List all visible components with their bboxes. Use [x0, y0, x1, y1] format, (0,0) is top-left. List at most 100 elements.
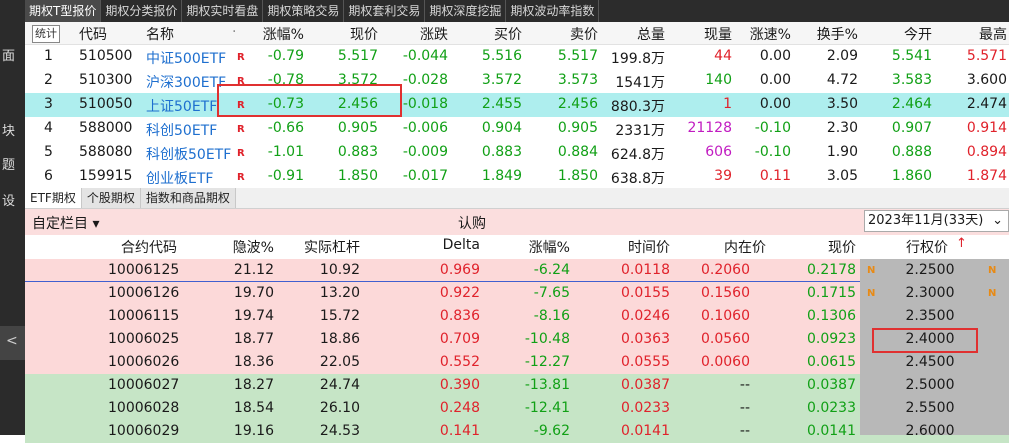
opt-price: 0.0615: [807, 354, 856, 370]
row-ask: 2.456: [557, 96, 598, 112]
row-turnover: 2.30: [826, 120, 858, 136]
col-high[interactable]: 最高: [945, 24, 1007, 44]
col-cur[interactable]: 现量: [672, 24, 732, 44]
quote-row[interactable]: 1 510500 中证500ETF R -0.79 5.517 -0.044 5…: [25, 45, 1009, 69]
tab-deep-mining[interactable]: 期权深度挖掘: [425, 0, 507, 22]
col-delta[interactable]: Delta: [410, 237, 480, 253]
expiry-select[interactable]: 2023年11月(33天) ⌄: [864, 210, 1009, 232]
row-turnover: 2.09: [826, 48, 858, 64]
opt-intrinsic: --: [739, 400, 750, 416]
quote-row[interactable]: 5 588080 科创板50ETF R -1.01 0.883 -0.009 0…: [25, 141, 1009, 165]
opt-price: 0.0387: [807, 377, 856, 393]
row-name[interactable]: 沪深300ETF: [146, 72, 226, 92]
opt-intrinsic: --: [739, 377, 750, 393]
tab-arbitrage[interactable]: 期权套利交易: [344, 0, 426, 22]
sidebar-item-2[interactable]: 块: [2, 120, 15, 139]
opt-intrinsic: --: [739, 423, 750, 439]
col-implied-vol[interactable]: 隐波%: [214, 237, 274, 257]
sidebar-item-1[interactable]: 面: [2, 45, 15, 64]
col-vol[interactable]: 总量: [605, 24, 665, 44]
col-opt-price[interactable]: 现价: [786, 237, 856, 257]
tab-t-quote[interactable]: 期权T型报价: [25, 0, 102, 22]
tab-index-commodity-options[interactable]: 指数和商品期权: [140, 188, 236, 208]
sidebar-collapse-button[interactable]: <: [0, 326, 25, 360]
opt-delta: 0.552: [439, 354, 480, 370]
col-open[interactable]: 今开: [872, 24, 932, 44]
tab-realtime[interactable]: 期权实时看盘: [182, 0, 264, 22]
custom-columns-dropdown[interactable]: 自定栏目 ▾: [32, 213, 99, 233]
tab-category-quote[interactable]: 期权分类报价: [101, 0, 183, 22]
col-chg[interactable]: 涨跌: [388, 24, 448, 44]
opt-chg: -10.48: [524, 331, 570, 347]
row-name[interactable]: 科创50ETF: [146, 120, 217, 140]
opt-chg: -8.16: [533, 308, 570, 324]
row-name[interactable]: 创业板ETF: [146, 168, 213, 188]
quote-row[interactable]: 4 588000 科创50ETF R -0.66 0.905 -0.006 0.…: [25, 117, 1009, 141]
opt-delta: 0.141: [439, 423, 480, 439]
quote-row-selected[interactable]: 3 510050 上证50ETF R -0.73 2.456 -0.018 2.…: [25, 93, 1009, 117]
left-sidebar: 面 块 题 设 <: [0, 0, 25, 435]
row-name[interactable]: 科创板50ETF: [146, 144, 231, 164]
sidebar-item-4[interactable]: 设: [2, 190, 15, 209]
row-name[interactable]: 中证500ETF: [146, 48, 226, 68]
tab-strategy[interactable]: 期权策略交易: [263, 0, 345, 22]
col-speed[interactable]: 涨速%: [731, 24, 791, 44]
highlight-box-510050: [217, 84, 402, 117]
col-bid[interactable]: 买价: [462, 24, 522, 44]
opt-iv: 19.16: [233, 423, 274, 439]
opt-chg: -9.62: [533, 423, 570, 439]
tab-stock-options[interactable]: 个股期权: [81, 188, 141, 208]
row-code: 510050: [79, 96, 133, 112]
col-turnover[interactable]: 换手%: [798, 24, 858, 44]
col-contract-code[interactable]: 合约代码: [121, 237, 177, 257]
opt-price: 0.1715: [807, 285, 856, 301]
opt-intrinsic: 0.1560: [701, 285, 750, 301]
col-name[interactable]: 名称: [146, 24, 174, 44]
col-chg-pct[interactable]: 涨幅%: [240, 24, 304, 44]
opt-leverage: 22.05: [319, 354, 360, 370]
row-speed: 0.00: [759, 48, 791, 64]
opt-intrinsic: 0.0560: [701, 331, 750, 347]
tab-etf-options[interactable]: ETF期权: [25, 188, 82, 208]
col-price[interactable]: 现价: [318, 24, 378, 44]
row-vol: 199.8万: [610, 51, 665, 67]
chevron-left-icon: <: [6, 333, 18, 349]
col-opt-chg[interactable]: 涨幅%: [500, 237, 570, 257]
row-code: 588000: [79, 120, 133, 136]
tab-volatility-index[interactable]: 期权波动率指数: [506, 0, 600, 22]
col-ask[interactable]: 卖价: [538, 24, 598, 44]
strike-price: 2.3500: [905, 308, 955, 324]
col-strike[interactable]: 行权价: [906, 237, 948, 257]
col-leverage[interactable]: 实际杠杆: [290, 237, 360, 257]
col-intrinsic-value[interactable]: 内在价: [696, 237, 766, 257]
sidebar-item-3[interactable]: 题: [2, 154, 15, 173]
quote-row[interactable]: 6 159915 创业板ETF R -0.91 1.850 -0.017 1.8…: [25, 165, 1009, 189]
opt-iv: 18.27: [233, 377, 274, 393]
row-ask: 0.905: [557, 120, 598, 136]
opt-time-value: 0.0555: [621, 354, 670, 370]
opt-iv: 18.77: [233, 331, 274, 347]
stat-button[interactable]: 统计: [32, 25, 60, 43]
row-index: 6: [44, 168, 53, 184]
option-type-tabs: ETF期权 个股期权 指数和商品期权: [25, 188, 1009, 209]
row-high: 0.914: [966, 120, 1007, 136]
row-high: 5.571: [966, 48, 1007, 64]
row-open: 0.888: [891, 144, 932, 160]
opt-leverage: 26.10: [319, 400, 360, 416]
opt-price: 0.1306: [807, 308, 856, 324]
quote-row[interactable]: 2 510300 沪深300ETF R -0.78 3.572 -0.028 3…: [25, 69, 1009, 93]
col-code[interactable]: 代码: [79, 24, 107, 44]
top-tab-bar: 期权T型报价 期权分类报价 期权实时看盘 期权策略交易 期权套利交易 期权深度挖…: [25, 0, 1009, 22]
n-mark-right: N: [988, 265, 997, 276]
opt-leverage: 13.20: [319, 285, 360, 301]
row-chg-pct: -1.01: [267, 144, 304, 160]
opt-iv: 18.36: [233, 354, 274, 370]
row-chg-pct: -0.91: [267, 168, 304, 184]
row-bid: 0.883: [481, 144, 522, 160]
row-code: 510300: [79, 72, 133, 88]
opt-price: 0.2178: [807, 262, 856, 278]
col-time-value[interactable]: 时间价: [600, 237, 670, 257]
row-name[interactable]: 上证50ETF: [146, 96, 217, 116]
n-mark-left: N: [867, 265, 876, 276]
opt-leverage: 24.74: [319, 377, 360, 393]
